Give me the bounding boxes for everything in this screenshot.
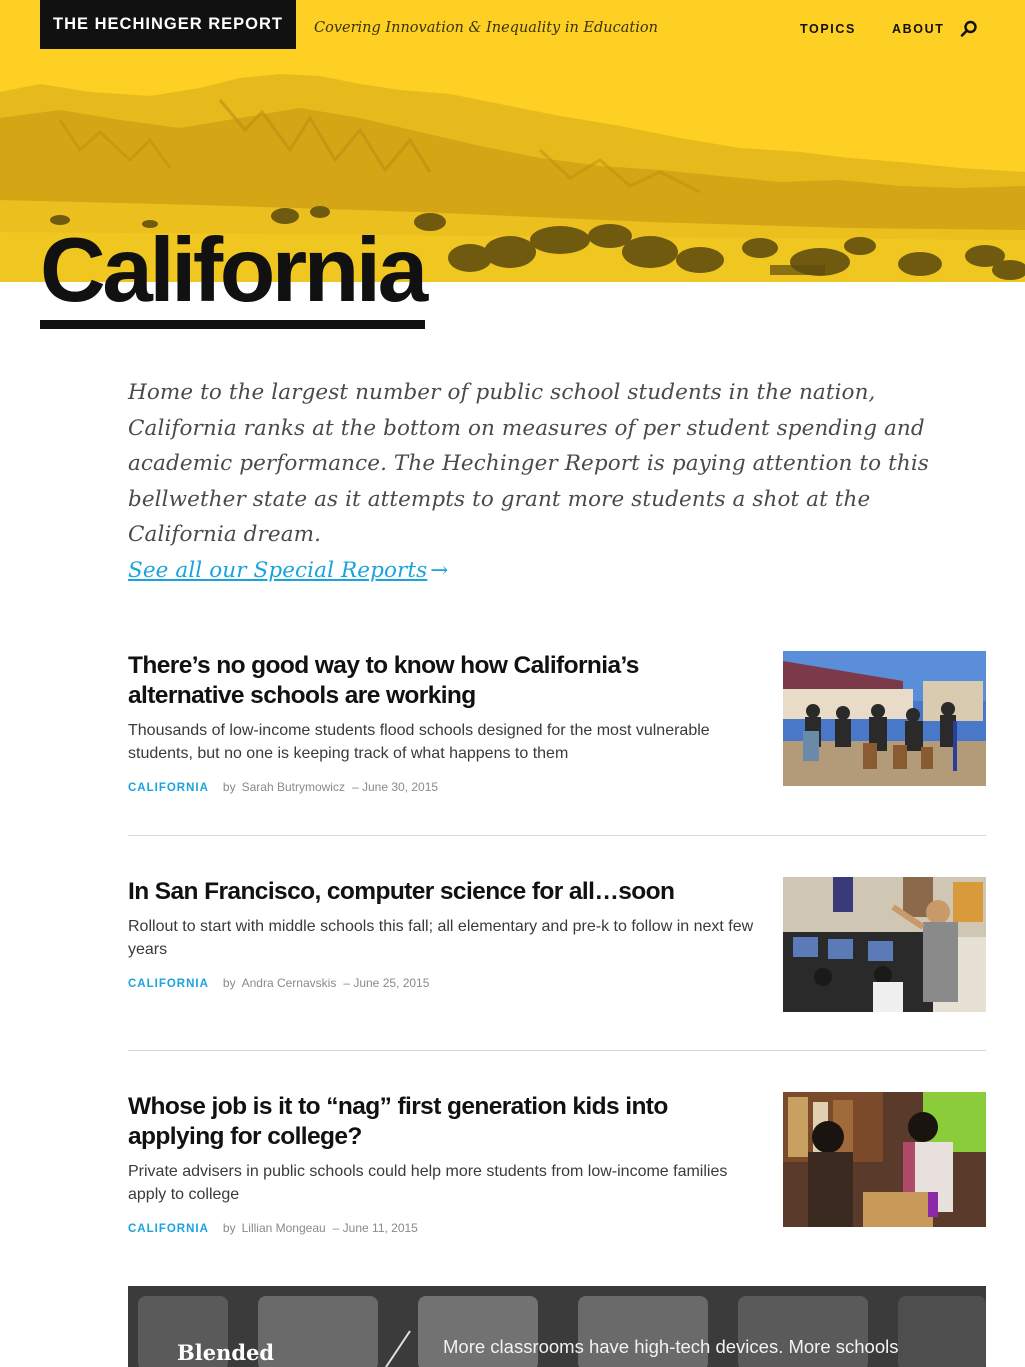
article-text: Whose job is it to “nag” first generatio…: [128, 1092, 758, 1235]
article-headline[interactable]: In San Francisco, computer science for a…: [128, 877, 758, 907]
article-summary: Thousands of low-income students flood s…: [128, 722, 710, 762]
article-author[interactable]: Lillian Mongeau: [242, 1221, 326, 1235]
search-icon[interactable]: [960, 20, 978, 42]
site-logo[interactable]: THE HECHINGER REPORT: [40, 0, 296, 49]
article-thumbnail[interactable]: [783, 877, 986, 1012]
nav-topics[interactable]: TOPICS: [800, 22, 856, 36]
article-category-tag[interactable]: CALIFORNIA: [128, 782, 209, 794]
article-author[interactable]: Sarah Butrymowicz: [242, 780, 345, 794]
article-author[interactable]: Andra Cernavskis: [242, 976, 337, 990]
page-title: California: [40, 225, 428, 329]
feature-banner[interactable]: Blended More classrooms have high-tech d…: [128, 1286, 986, 1367]
byline-prefix: by: [222, 1221, 236, 1235]
article-thumbnail[interactable]: [783, 651, 986, 786]
article-headline[interactable]: Whose job is it to “nag” first generatio…: [128, 1092, 758, 1152]
site-tagline: Covering Innovation & Inequality in Educ…: [314, 20, 658, 36]
byline-prefix: by: [222, 780, 236, 794]
article-summary: Private advisers in public schools could…: [128, 1163, 728, 1203]
article-meta: CALIFORNIA by Andra Cernavskis – June 25…: [128, 976, 758, 990]
special-reports-link-label: See all our Special Reports: [128, 557, 428, 583]
article-divider: [128, 835, 986, 836]
article-headline[interactable]: There’s no good way to know how Californ…: [128, 651, 758, 711]
byline-prefix: by: [222, 976, 236, 990]
arrow-right-icon: →: [430, 557, 449, 583]
article-thumbnail[interactable]: [783, 1092, 986, 1227]
article-summary: Rollout to start with middle schools thi…: [128, 918, 754, 958]
article-category-tag[interactable]: CALIFORNIA: [128, 1223, 209, 1235]
article-text: In San Francisco, computer science for a…: [128, 877, 758, 990]
feature-title: Blended: [177, 1340, 275, 1365]
nav-about[interactable]: ABOUT: [892, 22, 944, 36]
special-reports-link[interactable]: See all our Special Reports →: [128, 553, 448, 589]
article-meta: CALIFORNIA by Lillian Mongeau – June 11,…: [128, 1221, 758, 1235]
article-meta: CALIFORNIA by Sarah Butrymowicz – June 3…: [128, 780, 758, 794]
article-date: – June 11, 2015: [332, 1221, 418, 1235]
feature-text: More classrooms have high-tech devices. …: [443, 1336, 899, 1357]
article-category-tag[interactable]: CALIFORNIA: [128, 978, 209, 990]
article-divider: [128, 1050, 986, 1051]
article-text: There’s no good way to know how Californ…: [128, 651, 758, 794]
article-date: – June 30, 2015: [351, 780, 439, 794]
intro-section: Home to the largest number of public sch…: [128, 375, 968, 588]
article-date: – June 25, 2015: [343, 976, 430, 990]
intro-text: Home to the largest number of public sch…: [128, 380, 929, 547]
